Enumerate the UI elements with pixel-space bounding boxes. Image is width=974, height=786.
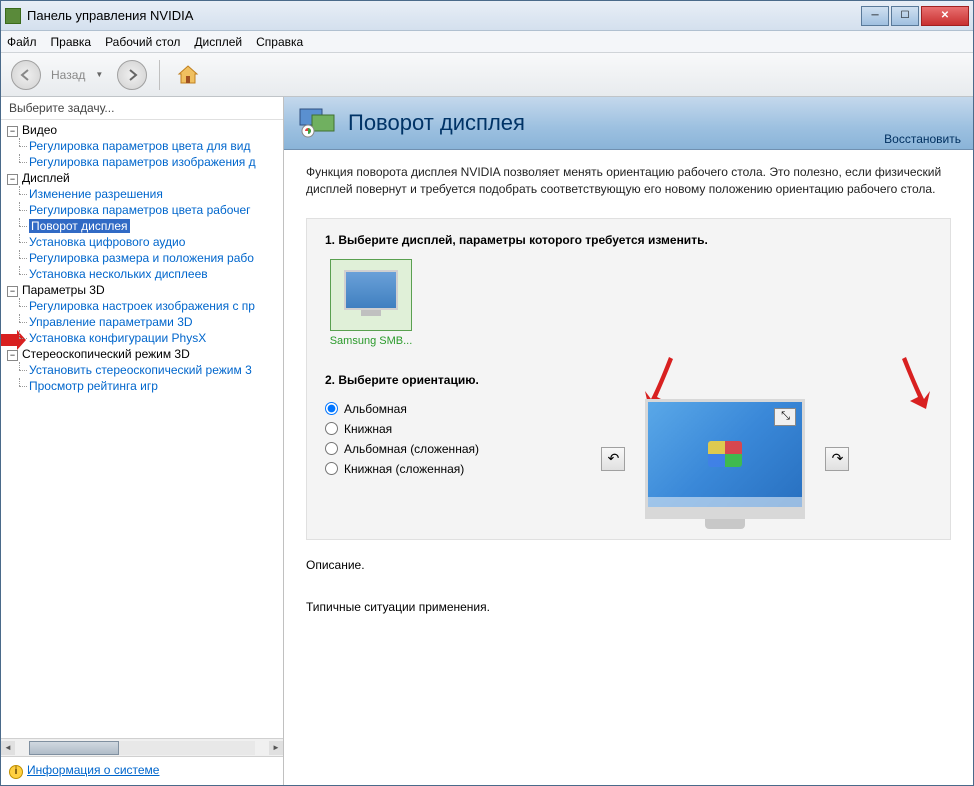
menubar: Файл Правка Рабочий стол Дисплей Справка (1, 31, 973, 53)
orientation-radio[interactable] (325, 422, 338, 435)
step1-title: 1. Выберите дисплей, параметры которого … (325, 233, 932, 247)
preview-area: ↶ ⤡ ↷ (519, 399, 932, 519)
content-pane: Поворот дисплея Восстановить Функция пов… (284, 97, 973, 785)
page-title: Поворот дисплея (348, 110, 525, 136)
window-title: Панель управления NVIDIA (27, 8, 861, 23)
taskbar-icon (648, 497, 802, 507)
rotate-ccw-button[interactable]: ↶ (601, 447, 625, 471)
orientation-label: Книжная (сложенная) (344, 462, 464, 476)
home-button[interactable] (172, 59, 204, 91)
orientation-option[interactable]: Книжная (сложенная) (325, 459, 479, 479)
tree-category[interactable]: Параметры 3D (22, 283, 105, 297)
tree-toggle[interactable]: − (7, 286, 18, 297)
sidebar-hscroll[interactable]: ◄ ► (1, 738, 283, 756)
orientation-radios: Альбомная Книжная Альбомная (сложенная) Кни… (325, 399, 479, 479)
orientation-label: Книжная (344, 422, 392, 436)
close-button[interactable]: ✕ (921, 6, 969, 26)
orientation-radio[interactable] (325, 402, 338, 415)
scroll-right-button[interactable]: ► (269, 741, 283, 755)
tree-category[interactable]: Стереоскопический режим 3D (22, 347, 190, 361)
orientation-label: Альбомная (сложенная) (344, 442, 479, 456)
settings-section: 1. Выберите дисплей, параметры которого … (306, 218, 951, 540)
orientation-radio[interactable] (325, 462, 338, 475)
orientation-option[interactable]: Альбомная (325, 399, 479, 419)
minimize-button[interactable]: ─ (861, 6, 889, 26)
info-icon: i (9, 765, 23, 779)
restore-link[interactable]: Восстановить (884, 132, 961, 146)
system-info-link-row: i Информация о системе (1, 756, 283, 785)
titlebar[interactable]: Панель управления NVIDIA ─ ☐ ✕ (1, 1, 973, 31)
tree-item[interactable]: Регулировка параметров изображения д (1, 154, 283, 170)
scroll-thumb[interactable] (29, 741, 119, 755)
tree-category[interactable]: Дисплей (22, 171, 70, 185)
monitor-preview: ⤡ (645, 399, 805, 519)
menu-file[interactable]: Файл (7, 35, 37, 49)
tree-item[interactable]: Управление параметрами 3D (1, 314, 283, 330)
sidebar-header: Выберите задачу... (1, 97, 283, 120)
scroll-left-button[interactable]: ◄ (1, 741, 15, 755)
menu-edit[interactable]: Правка (51, 35, 92, 49)
tree-toggle[interactable]: − (7, 350, 18, 361)
orientation-option[interactable]: Альбомная (сложенная) (325, 439, 479, 459)
usecases-label: Типичные ситуации применения. (306, 600, 951, 614)
step2-title: 2. Выберите ориентацию. (325, 373, 932, 387)
system-info-link[interactable]: Информация о системе (27, 763, 159, 777)
description-label: Описание. (306, 558, 951, 572)
menu-desktop[interactable]: Рабочий стол (105, 35, 180, 49)
back-button[interactable] (11, 60, 41, 90)
tree-toggle[interactable]: − (7, 126, 18, 137)
swap-icon: ⤡ (774, 408, 796, 426)
intro-text: Функция поворота дисплея NVIDIA позволяе… (306, 164, 951, 198)
tree-item[interactable]: Установка нескольких дисплеев (1, 266, 283, 282)
maximize-button[interactable]: ☐ (891, 6, 919, 26)
arrow-left-icon (19, 68, 33, 82)
tree-item[interactable]: Просмотр рейтинга игр (1, 378, 283, 394)
forward-button[interactable] (117, 60, 147, 90)
home-icon (175, 62, 201, 88)
rotate-cw-button[interactable]: ↷ (825, 447, 849, 471)
menu-display[interactable]: Дисплей (194, 35, 242, 49)
main-window: Панель управления NVIDIA ─ ☐ ✕ Файл Прав… (0, 0, 974, 786)
tree-item[interactable]: Установка цифрового аудио (1, 234, 283, 250)
tree-item[interactable]: Регулировка размера и положения рабо (1, 250, 283, 266)
orientation-radio[interactable] (325, 442, 338, 455)
tree-item[interactable]: Изменение разрешения (1, 186, 283, 202)
toolbar-divider (159, 60, 160, 90)
tree-item[interactable]: Установка конфигурации PhysX (1, 330, 283, 346)
toolbar: Назад ▼ (1, 53, 973, 97)
sidebar: Выберите задачу... −ВидеоРегулировка пар… (1, 97, 284, 785)
page-header: Поворот дисплея Восстановить (284, 97, 973, 150)
task-tree: −ВидеоРегулировка параметров цвета для в… (1, 120, 283, 738)
orientation-label: Альбомная (344, 402, 407, 416)
tree-item[interactable]: Регулировка параметров цвета для вид (1, 138, 283, 154)
back-dropdown[interactable]: ▼ (95, 70, 103, 79)
page-header-icon (298, 105, 338, 141)
orientation-option[interactable]: Книжная (325, 419, 479, 439)
tree-item[interactable]: Регулировка параметров цвета рабочег (1, 202, 283, 218)
menu-help[interactable]: Справка (256, 35, 303, 49)
back-label: Назад (51, 68, 85, 82)
windows-logo-icon (708, 441, 742, 467)
tree-item[interactable]: Регулировка настроек изображения с пр (1, 298, 283, 314)
nvidia-icon (5, 8, 21, 24)
display-tile[interactable]: Samsung SMB... (325, 259, 417, 347)
monitor-icon (344, 270, 398, 310)
display-name: Samsung SMB... (325, 335, 417, 347)
tree-category[interactable]: Видео (22, 123, 57, 137)
tree-item[interactable]: Поворот дисплея (1, 218, 283, 234)
tree-toggle[interactable]: − (7, 174, 18, 185)
arrow-right-icon (125, 68, 139, 82)
tree-item[interactable]: Установить стереоскопический режим 3 (1, 362, 283, 378)
annotation-arrow-right-icon (896, 353, 936, 413)
